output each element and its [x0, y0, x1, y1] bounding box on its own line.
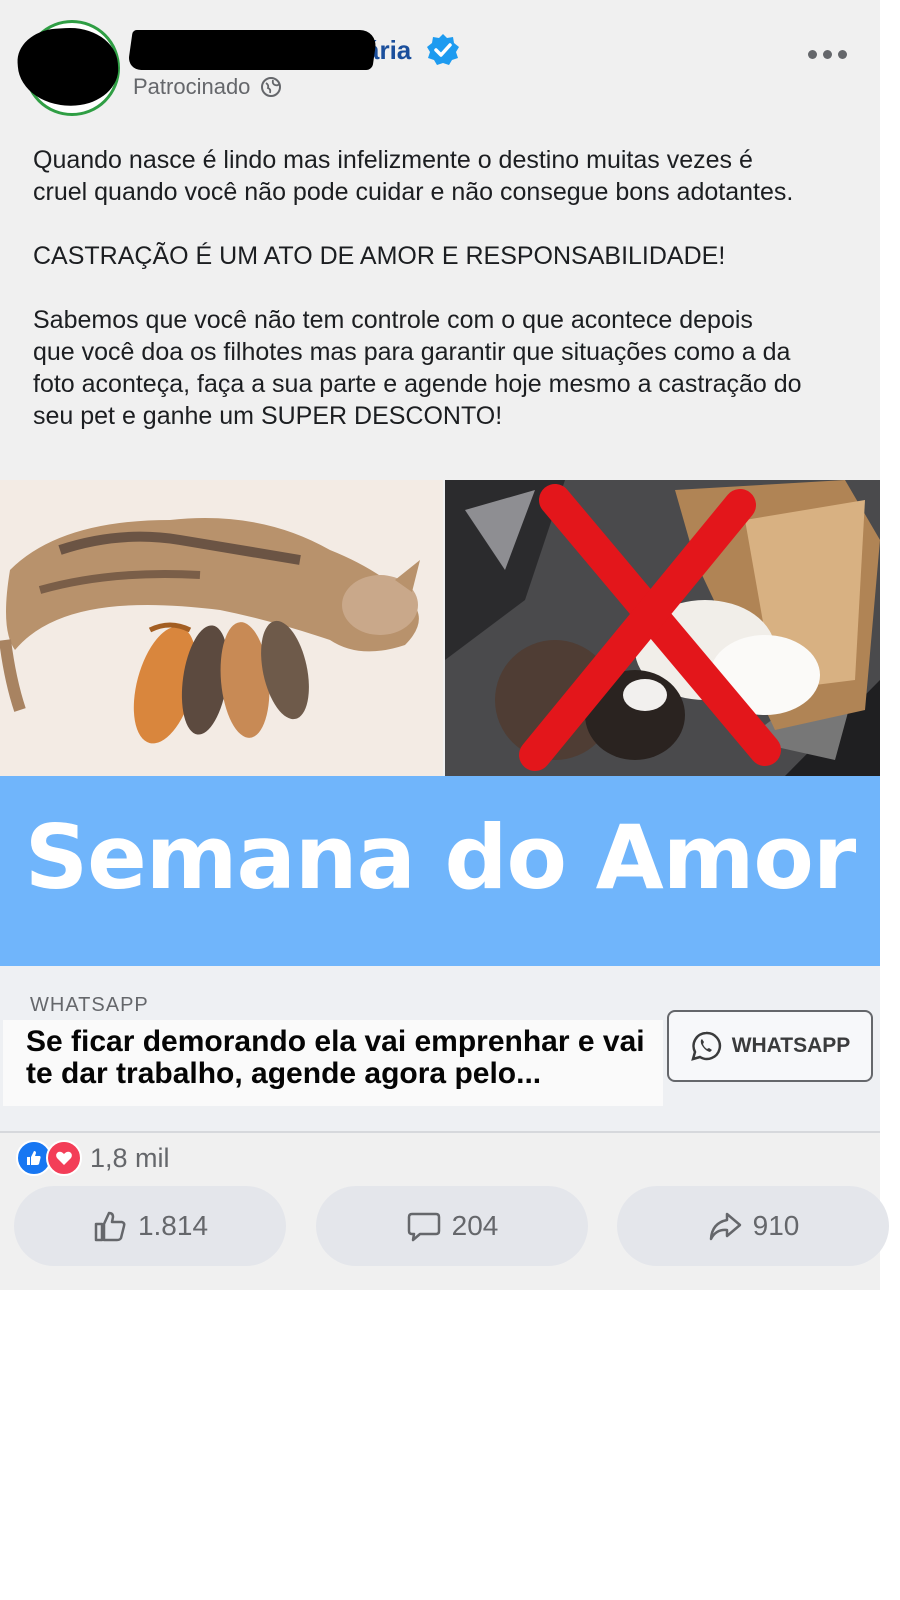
comment-button[interactable]: 204: [316, 1186, 588, 1266]
whatsapp-icon: [690, 1031, 721, 1061]
banner-title: Semana do Amor: [24, 806, 857, 909]
globe-icon: [261, 77, 282, 97]
love-reaction-icon: [46, 1140, 82, 1176]
post-paragraph: Quando nasce é lindo mas infelizmente o …: [33, 146, 794, 206]
share-icon: [709, 1212, 741, 1241]
comment-count: 204: [451, 1210, 499, 1241]
post-paragraph: CASTRAÇÃO É UM ATO DE AMOR E RESPONSABIL…: [33, 242, 726, 270]
whatsapp-button-label: WHATSAPP: [731, 1034, 851, 1057]
like-button[interactable]: 1.814: [14, 1186, 286, 1266]
reactions-summary[interactable]: 1,8 mil: [16, 1138, 170, 1178]
thumbs-up-icon: [94, 1211, 126, 1242]
nursing-cat-photo: [0, 480, 443, 776]
divider: [0, 1131, 880, 1133]
post-paragraph: Sabemos que você não tem controle com o …: [33, 306, 802, 430]
whatsapp-button[interactable]: WHATSAPP: [667, 1010, 873, 1082]
sponsored-line: Patrocinado: [133, 74, 282, 100]
cta-headline[interactable]: Se ficar demorando ela vai emprenhar e v…: [26, 1026, 646, 1090]
post-header: ária Patrocinado: [0, 0, 880, 120]
sponsored-label: Patrocinado: [133, 74, 251, 99]
sponsored-post: ária Patrocinado Quando nasce é lindo ma…: [0, 0, 889, 1290]
promo-banner: Semana do Amor: [0, 776, 880, 966]
reaction-count: 1,8 mil: [90, 1142, 170, 1173]
comment-icon: [407, 1212, 440, 1242]
name-redaction: [127, 30, 378, 70]
more-options-icon[interactable]: [808, 42, 848, 66]
ad-image[interactable]: [0, 480, 880, 776]
discarded-kittens-photo: [445, 480, 880, 776]
share-button[interactable]: 910: [617, 1186, 889, 1266]
like-count: 1.814: [137, 1210, 209, 1241]
share-count: 910: [752, 1210, 800, 1241]
verified-badge-icon: [427, 34, 460, 65]
page-name-row[interactable]: ária: [127, 28, 461, 72]
cta-source-label: WHATSAPP: [30, 994, 149, 1016]
action-bar: 1.814 204 910: [0, 1186, 889, 1266]
post-body: Quando nasce é lindo mas infelizmente o …: [33, 144, 833, 464]
